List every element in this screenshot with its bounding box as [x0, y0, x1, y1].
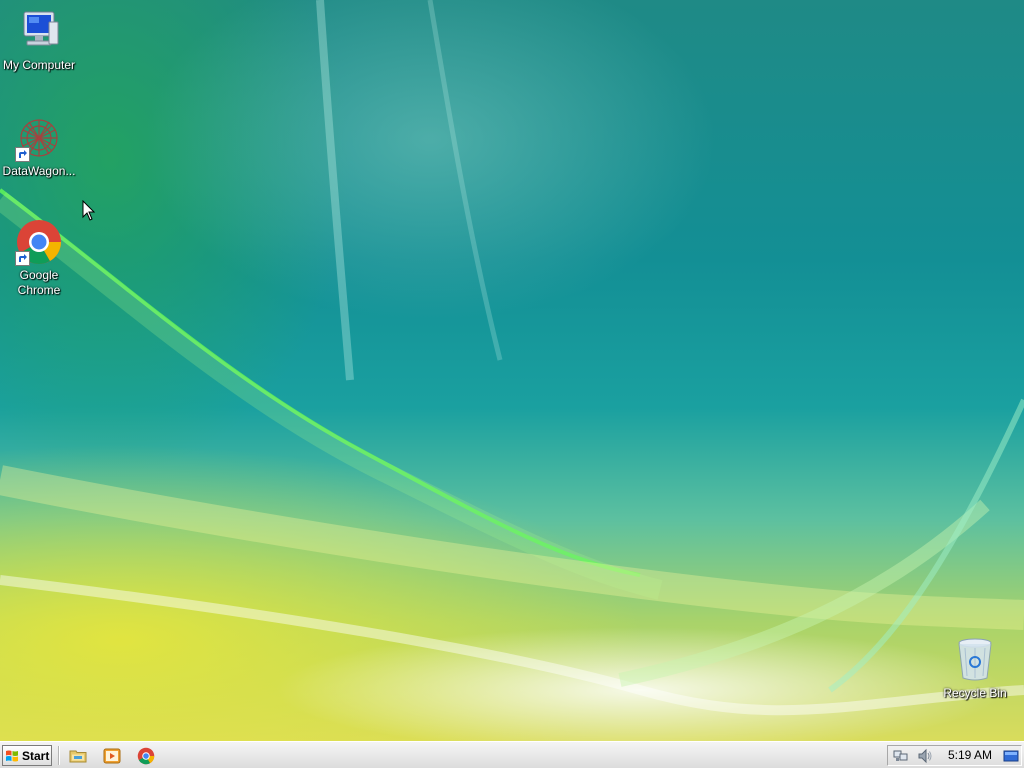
desktop-icon-datawagon[interactable]: DataWagon...	[0, 114, 79, 179]
desktop-icon-recycle-bin[interactable]: Recycle Bin	[935, 636, 1015, 701]
desktop-icon-my-computer[interactable]: My Computer	[0, 8, 79, 73]
desktop-icon-google-chrome[interactable]: Google Chrome	[0, 218, 79, 298]
desktop-icon-label: DataWagon...	[2, 164, 76, 178]
media-player-icon	[103, 748, 121, 764]
my-computer-icon	[15, 8, 63, 56]
shortcut-arrow-icon	[15, 251, 30, 266]
recycle-bin-icon	[951, 636, 999, 684]
chrome-icon	[137, 747, 155, 765]
show-desktop-icon[interactable]	[1003, 748, 1019, 764]
shortcut-arrow-icon	[15, 147, 30, 162]
desktop-icon-label: My Computer	[2, 58, 76, 72]
system-tray: 5:19 AM	[887, 745, 1022, 766]
desktop-icon-label: Recycle Bin	[943, 686, 1007, 700]
network-icon[interactable]	[893, 748, 909, 764]
wallpaper-swoosh	[0, 0, 1024, 716]
start-label: Start	[22, 748, 50, 763]
chrome-icon	[15, 218, 63, 266]
clock: 5:19 AM	[948, 748, 993, 762]
file-explorer-icon	[69, 750, 87, 763]
taskbar-separator	[58, 746, 60, 765]
quick-launch-chrome[interactable]	[137, 747, 155, 765]
taskbar: Start 5:19 AM	[0, 741, 1024, 768]
desktop-icon-label: Google Chrome	[17, 268, 61, 297]
mouse-cursor-icon	[82, 200, 96, 221]
start-button[interactable]: Start	[2, 745, 52, 766]
datawagon-icon	[15, 114, 63, 162]
desktop[interactable]: My Computer DataWagon... Google Chrome R…	[0, 0, 1024, 741]
windows-flag-icon	[6, 750, 18, 761]
volume-icon[interactable]	[917, 748, 933, 764]
quick-launch-media-player[interactable]	[103, 747, 121, 765]
quick-launch-file-explorer[interactable]	[69, 747, 87, 765]
